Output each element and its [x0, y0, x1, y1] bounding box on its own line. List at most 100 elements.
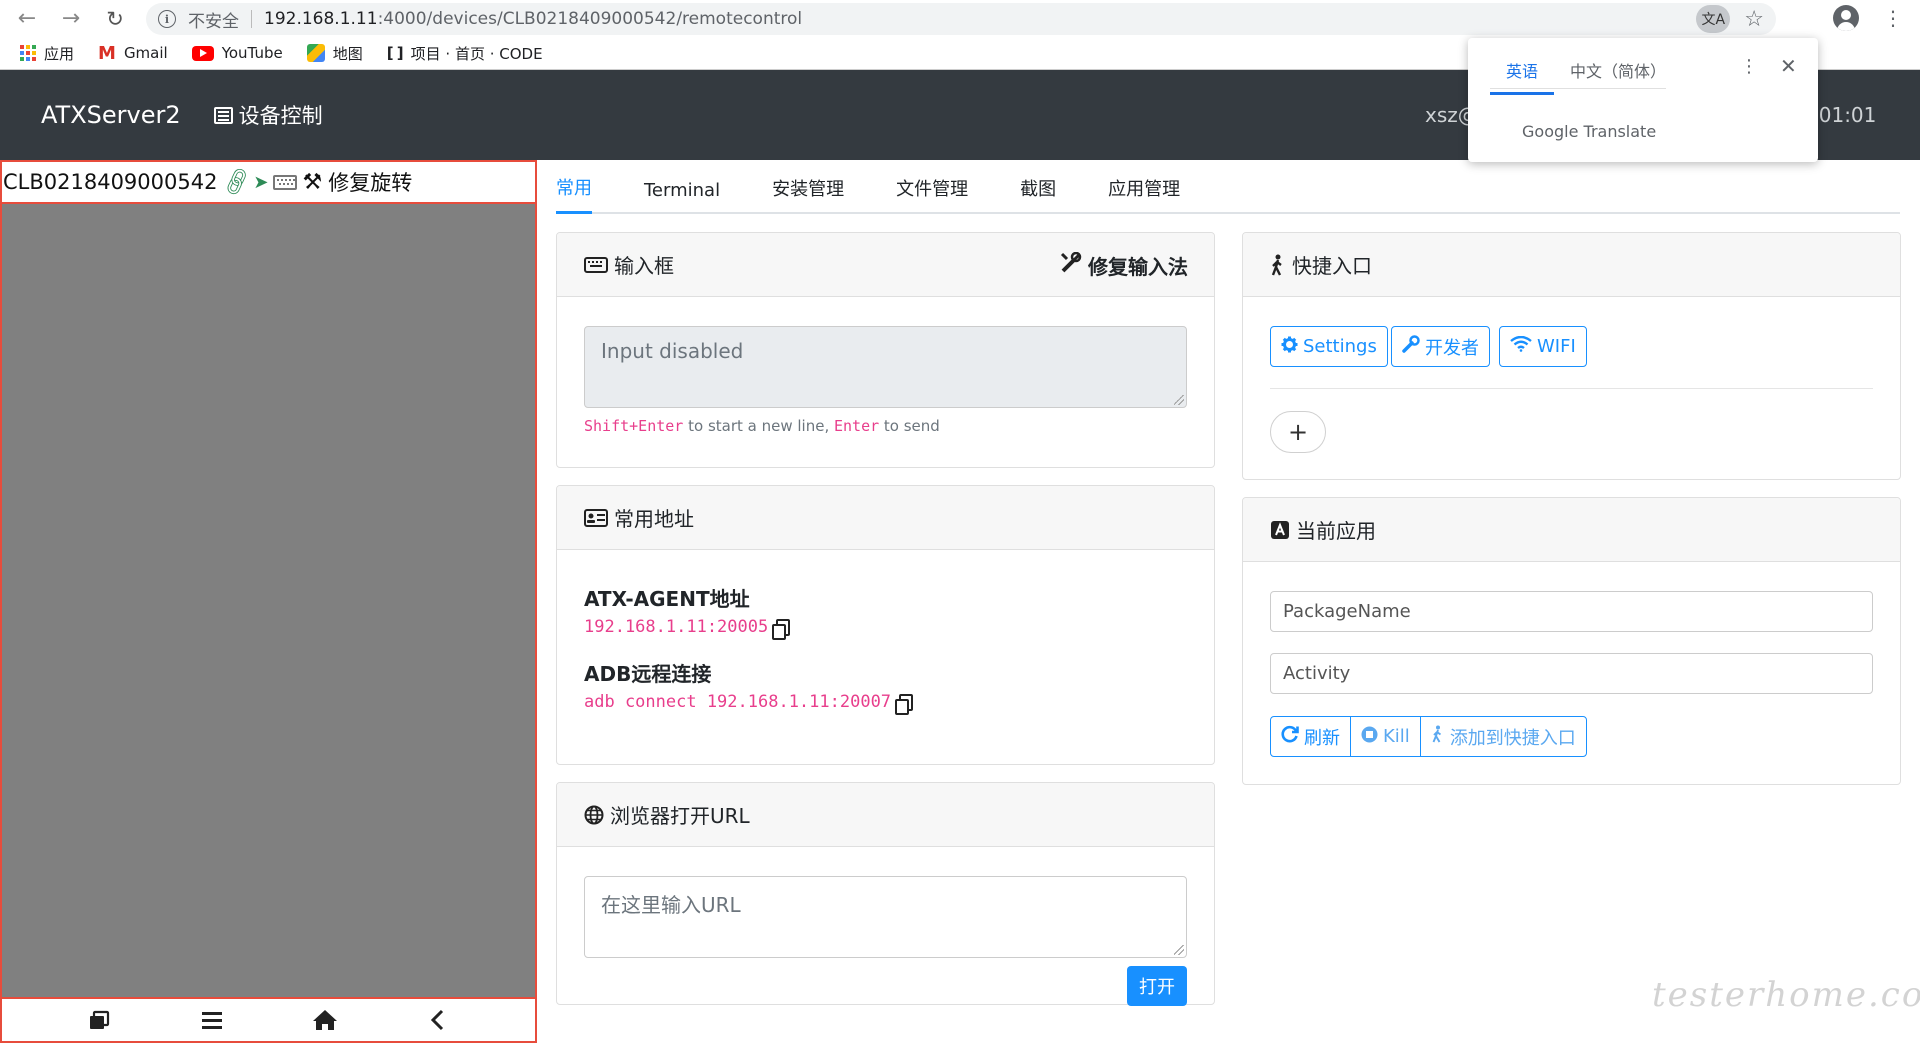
- menu-icon[interactable]: [192, 1005, 232, 1035]
- tab-terminal[interactable]: Terminal: [644, 180, 720, 212]
- url-textarea[interactable]: 在这里输入URL: [584, 876, 1187, 958]
- account-icon[interactable]: [1833, 5, 1859, 31]
- input-placeholder: Input disabled: [601, 339, 744, 363]
- nav-time: :01:01: [1812, 103, 1877, 127]
- card-header: 快捷入口: [1243, 233, 1900, 297]
- star-icon[interactable]: ☆: [1744, 7, 1764, 32]
- activity-placeholder: Activity: [1283, 663, 1351, 684]
- button-label: Settings: [1303, 336, 1377, 357]
- copy-icon[interactable]: [772, 618, 791, 640]
- info-icon[interactable]: i: [158, 10, 176, 28]
- kill-button[interactable]: Kill: [1351, 717, 1421, 756]
- translate-popup: 英语 中文（简体） ⋮ ✕ Google Translate: [1468, 38, 1818, 162]
- tab-screenshot[interactable]: 截图: [1020, 175, 1056, 212]
- current-app-card: 当前应用 PackageName Activity 刷新 Kill 添加到快捷入…: [1242, 497, 1901, 785]
- add-to-shortcut-button[interactable]: 添加到快捷入口: [1421, 717, 1586, 756]
- hint-text: to start a new line,: [683, 417, 834, 435]
- bookmark-gmail[interactable]: M Gmail: [98, 43, 168, 64]
- developer-shortcut-button[interactable]: 开发者: [1391, 326, 1490, 367]
- card-header: 输入框 修复输入法: [557, 233, 1214, 297]
- hammer-icon[interactable]: ⚒: [303, 170, 323, 195]
- google-word: Google: [1522, 122, 1579, 141]
- bookmark-label: YouTube: [221, 44, 283, 62]
- back-icon[interactable]: ←: [12, 4, 42, 34]
- app-brand[interactable]: ATXServer2: [41, 101, 181, 129]
- card-title: 浏览器打开URL: [610, 804, 750, 828]
- card-header: 当前应用: [1243, 498, 1900, 562]
- fix-ime-button[interactable]: 修复输入法: [1060, 251, 1188, 280]
- hint-key-shift-enter: Shift+Enter: [584, 417, 684, 435]
- button-label: 刷新: [1304, 727, 1340, 749]
- close-icon[interactable]: ✕: [1780, 54, 1797, 78]
- card-title: 当前应用: [1296, 519, 1376, 543]
- chrome-menu-icon[interactable]: ⋮: [1883, 6, 1903, 30]
- adb-address: adb connect 192.168.1.11:20007: [584, 692, 914, 715]
- more-options-icon[interactable]: ⋮: [1740, 56, 1758, 77]
- settings-shortcut-button[interactable]: Settings: [1270, 326, 1388, 367]
- resize-handle[interactable]: [1174, 395, 1184, 405]
- keyboard-icon[interactable]: [272, 174, 297, 190]
- stop-circle-icon: [1361, 726, 1378, 748]
- forward-icon[interactable]: →: [56, 4, 86, 34]
- translate-icon[interactable]: 文A: [1696, 5, 1731, 33]
- tab-app-manage[interactable]: 应用管理: [1108, 175, 1180, 212]
- resize-handle[interactable]: [1174, 945, 1184, 955]
- divider: [1490, 88, 1666, 89]
- device-serial: CLB0218409000542: [3, 170, 218, 194]
- divider: [1270, 388, 1873, 389]
- adb-label: ADB远程连接: [584, 662, 712, 686]
- keyboard-icon: [584, 256, 608, 273]
- watermark: testerhome.com: [1652, 975, 1920, 1015]
- add-shortcut-button[interactable]: +: [1270, 411, 1326, 453]
- wifi-shortcut-button[interactable]: WIFI: [1499, 326, 1587, 367]
- bookmark-label: 地图: [332, 44, 363, 63]
- hint-key-enter: Enter: [833, 417, 880, 435]
- cursor-icon[interactable]: ➤: [253, 172, 268, 193]
- translate-word: Translate: [1583, 122, 1657, 141]
- id-card-icon: [584, 508, 608, 527]
- globe-icon: [584, 805, 604, 825]
- input-card: 输入框 修复输入法 Input disabled Shift+Enter to …: [556, 232, 1215, 468]
- tab-common[interactable]: 常用: [556, 174, 592, 214]
- bookmark-code[interactable]: [ ] 项目 · 首页 · CODE: [387, 43, 543, 64]
- url-text[interactable]: 192.168.1.11:4000/devices/CLB02184090005…: [264, 9, 802, 29]
- bookmark-maps[interactable]: 地图: [306, 43, 363, 64]
- nav-device-control[interactable]: 设备控制: [213, 100, 323, 130]
- open-url-button[interactable]: 打开: [1127, 966, 1187, 1006]
- fix-rotation-button[interactable]: 修复旋转: [328, 167, 412, 197]
- tools-icon: [1060, 251, 1082, 279]
- url-path: :4000/devices/CLB0218409000542/remotecon…: [377, 9, 803, 29]
- atx-agent-value: 192.168.1.11:20005: [584, 617, 769, 637]
- back-arrow-icon[interactable]: [418, 1005, 458, 1035]
- divider: [251, 10, 252, 28]
- activity-input[interactable]: Activity: [1270, 653, 1873, 694]
- address-card: 常用地址 ATX-AGENT地址 192.168.1.11:20005 ADB远…: [556, 485, 1215, 765]
- bookmark-youtube[interactable]: YouTube: [191, 44, 283, 62]
- list-icon: [213, 106, 233, 124]
- fix-ime-label: 修复输入法: [1088, 255, 1188, 279]
- home-icon[interactable]: [305, 1005, 345, 1035]
- bookmark-label: Gmail: [123, 44, 168, 62]
- link-icon[interactable]: 🔗︎: [220, 165, 255, 198]
- tab-install-manage[interactable]: 安装管理: [772, 175, 844, 212]
- device-screen[interactable]: [2, 204, 535, 997]
- package-name-input[interactable]: PackageName: [1270, 591, 1873, 632]
- card-title: 输入框: [614, 254, 674, 278]
- input-hint: Shift+Enter to start a new line, Enter t…: [584, 417, 940, 435]
- maps-icon: [306, 44, 325, 62]
- atx-agent-label: ATX-AGENT地址: [584, 587, 750, 611]
- button-label: Kill: [1383, 726, 1410, 747]
- refresh-button[interactable]: 刷新: [1271, 717, 1351, 756]
- gmail-icon: M: [98, 42, 116, 64]
- insecure-label: 不安全: [188, 11, 239, 32]
- reload-icon[interactable]: ↻: [100, 4, 130, 34]
- button-label: WIFI: [1537, 336, 1576, 357]
- input-textarea[interactable]: Input disabled: [584, 326, 1187, 408]
- recent-apps-icon[interactable]: [79, 1005, 119, 1035]
- atx-agent-address: 192.168.1.11:20005: [584, 617, 791, 640]
- copy-icon[interactable]: [895, 693, 914, 715]
- tab-file-manage[interactable]: 文件管理: [896, 175, 968, 212]
- bookmark-apps[interactable]: 应用: [20, 43, 74, 64]
- address-bar[interactable]: i 不安全 192.168.1.11:4000/devices/CLB02184…: [146, 3, 1776, 35]
- wifi-icon: [1510, 335, 1532, 357]
